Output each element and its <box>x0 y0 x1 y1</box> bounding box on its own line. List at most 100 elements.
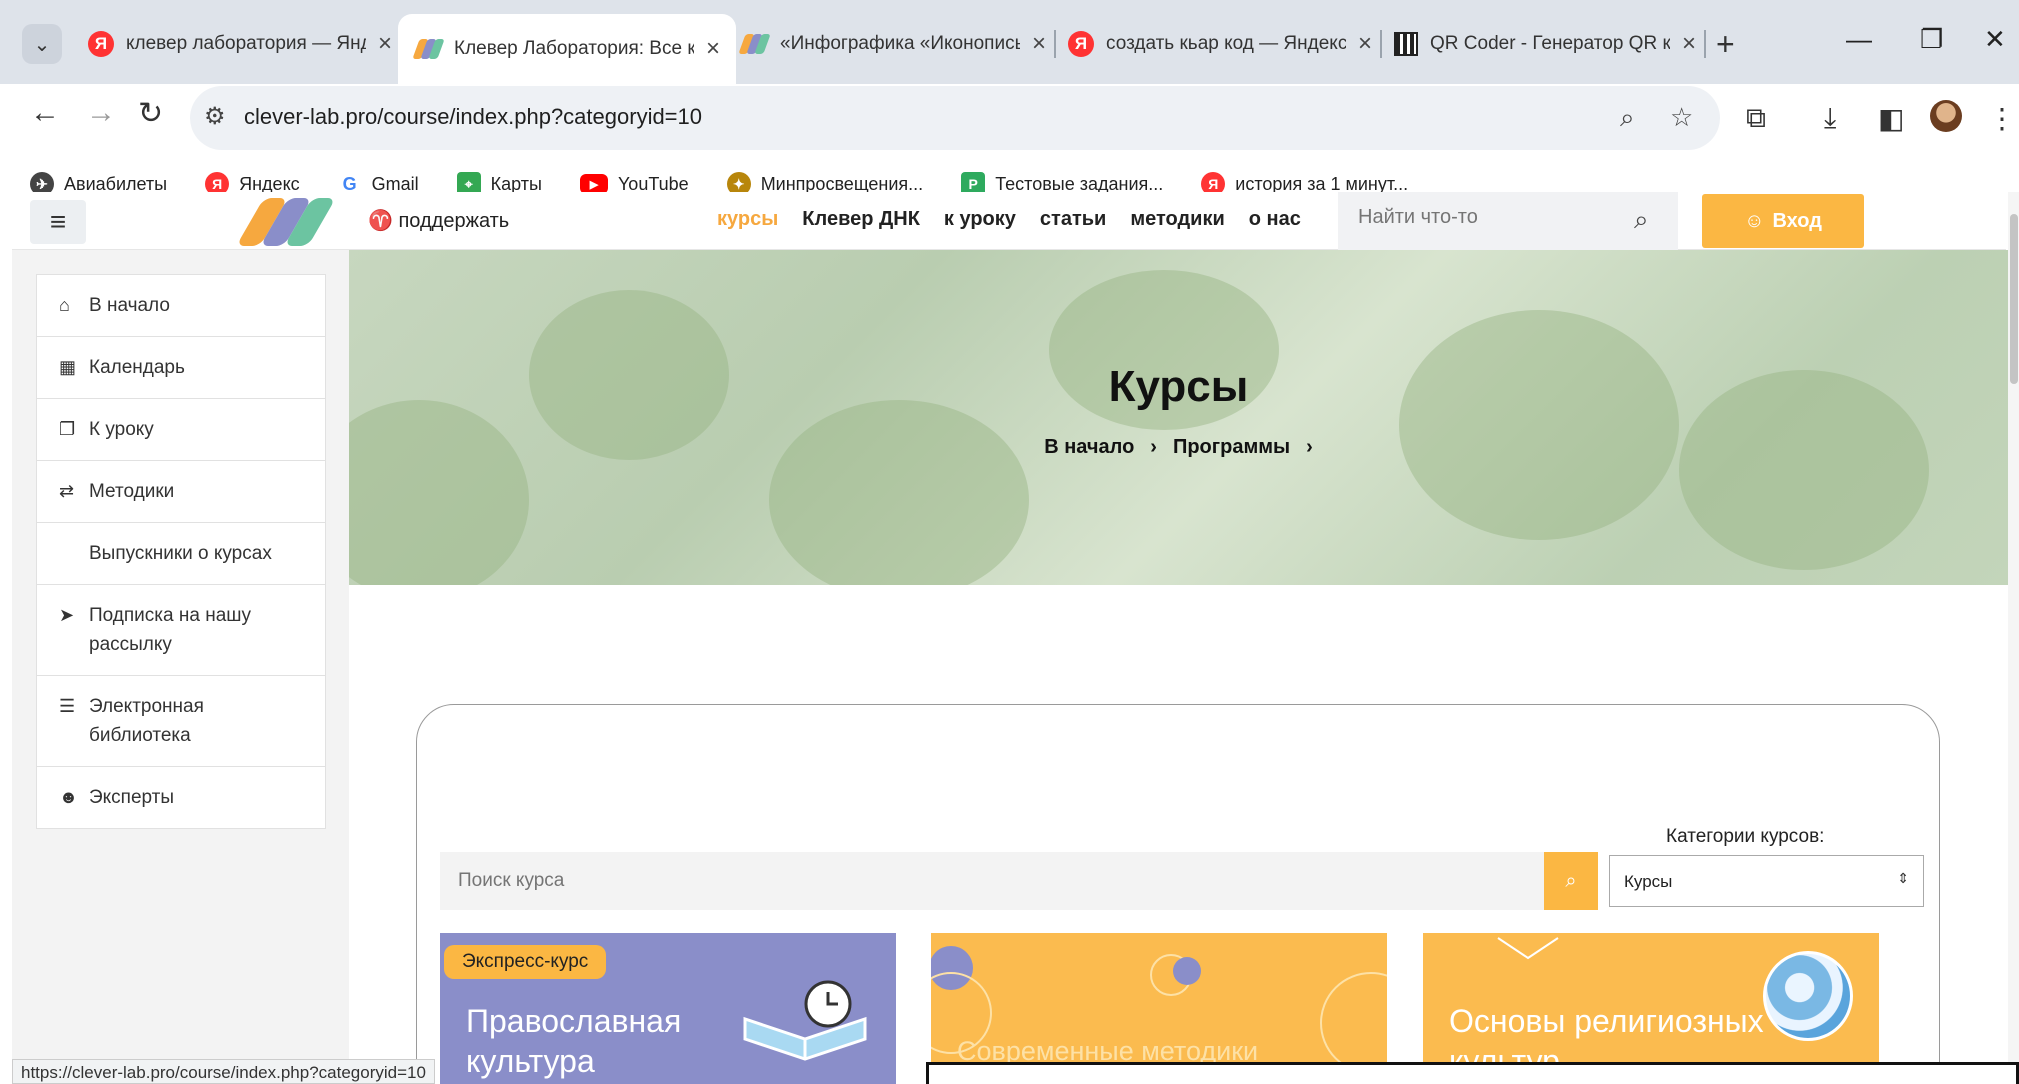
yandex-icon: Я <box>1068 31 1094 57</box>
clover-leaf-decoration <box>1399 310 1679 540</box>
browser-tab-2[interactable]: Клевер Лаборатория: Все курсы × <box>398 14 737 84</box>
nav-about[interactable]: о нас <box>1249 208 1301 231</box>
site-settings-icon[interactable]: ⚙ <box>204 102 226 131</box>
overlay-panel <box>926 1062 2019 1084</box>
profile-avatar[interactable] <box>1930 100 1962 132</box>
home-icon: ⌂ <box>59 295 70 315</box>
sidebar-menu: ⌂ В начало ▦ Календарь ❐ К уроку ⇄ Метод… <box>36 274 326 829</box>
close-icon[interactable]: × <box>1358 30 1372 58</box>
reload-icon[interactable]: ↻ <box>138 96 163 131</box>
browser-tab-5[interactable]: QR Coder - Генератор QR кодов × <box>1378 18 1712 70</box>
sidebar-item-label: Подписка на нашу рассылку <box>89 605 252 655</box>
sidebar-item-graduates[interactable]: Выпускники о курсах <box>37 523 325 585</box>
course-card[interactable]: Экспресс-курс Православная культура <box>440 933 896 1084</box>
address-bar[interactable]: ⚙ clever-lab.pro/course/index.php?catego… <box>190 86 1720 150</box>
hamburger-menu-icon[interactable]: ≡ <box>30 200 86 244</box>
sidebar-item-label: К уроку <box>89 419 154 440</box>
new-tab-plus-icon[interactable]: + <box>1716 26 1735 63</box>
select-arrows-icon: ⇕ <box>1897 870 1909 886</box>
nav-clever-dna[interactable]: Клевер ДНК <box>802 208 920 231</box>
login-button[interactable]: ☺ Вход <box>1702 194 1864 248</box>
copy-icon: ❐ <box>59 419 76 439</box>
forward-arrow-icon[interactable]: → <box>86 96 116 130</box>
site-header: ≡ ♈ поддержать курсы Клевер ДНК к уроку … <box>12 192 2006 250</box>
browser-tab-1[interactable]: Я клевер лаборатория — Яндекс × <box>72 18 408 70</box>
hero-banner: Курсы В начало › Программы › <box>349 250 2008 585</box>
sidebar-item-to-lesson[interactable]: ❐ К уроку <box>37 399 325 461</box>
tab-title: Клевер Лаборатория: Все курсы <box>454 38 694 59</box>
chevron-right-icon: › <box>1150 436 1157 458</box>
tab-search-button[interactable]: ⌄ <box>22 24 62 64</box>
sidebar-item-methods[interactable]: ⇄ Методики <box>37 461 325 523</box>
extensions-icon[interactable]: ⧉ <box>1746 102 1766 135</box>
minimize-icon[interactable]: — <box>1846 24 1872 55</box>
tab-title: QR Coder - Генератор QR кодов <box>1430 33 1670 54</box>
restore-icon[interactable]: ❐ <box>1920 24 1943 55</box>
sidebar-item-library[interactable]: ☰ Электронная библиотека <box>37 676 325 767</box>
window-close-icon[interactable]: ✕ <box>1984 24 2006 55</box>
sidebar-item-label: Выпускники о курсах <box>89 543 272 564</box>
url-text[interactable]: clever-lab.pro/course/index.php?category… <box>244 104 702 130</box>
express-course-badge: Экспресс-курс <box>444 945 607 979</box>
breadcrumb-programs[interactable]: Программы <box>1173 436 1290 459</box>
breadcrumb-home[interactable]: В начало <box>1044 436 1134 459</box>
sidebar-item-label: Методики <box>89 481 175 502</box>
breadcrumb: В начало › Программы › <box>349 436 2008 459</box>
nav-articles[interactable]: статьи <box>1040 208 1106 231</box>
page-scrollbar-thumb[interactable] <box>2010 214 2018 384</box>
sidebar-item-calendar[interactable]: ▦ Календарь <box>37 337 325 399</box>
sidebar-item-label: Календарь <box>89 357 185 378</box>
sidebar-item-newsletter[interactable]: ➤ Подписка на нашу рассылку <box>37 585 325 676</box>
sidebar-item-label: Эксперты <box>89 787 175 808</box>
nav-courses[interactable]: курсы <box>717 208 778 231</box>
users-icon: ☻ <box>59 787 78 807</box>
sidebar-item-label: Электронная библиотека <box>89 696 204 746</box>
sidebar-item-home[interactable]: ⌂ В начало <box>37 275 325 337</box>
support-link[interactable]: ♈ поддержать <box>368 208 509 233</box>
tab-title: создать кьар код — Яндекс <box>1106 33 1346 54</box>
qr-code-icon <box>1394 32 1418 56</box>
send-icon: ➤ <box>59 605 75 625</box>
chevron-right-icon: › <box>1306 436 1313 458</box>
site-search: ⌕ <box>1338 192 1678 250</box>
category-selected-value: Курсы <box>1624 872 1673 891</box>
close-icon[interactable]: × <box>706 35 720 63</box>
menu-dots-icon[interactable]: ⋮ <box>1988 102 2016 135</box>
search-icon[interactable]: ⌕ <box>1634 204 1649 236</box>
browser-tab-strip: ⌄ Я клевер лаборатория — Яндекс × Клевер… <box>0 0 2019 84</box>
bookmark-star-icon[interactable]: ☆ <box>1670 102 1693 133</box>
clever-lab-icon <box>412 39 445 59</box>
site-search-input[interactable] <box>1358 206 1618 229</box>
course-card-title: Православная культура <box>466 1003 682 1079</box>
zoom-icon[interactable]: ⌕ <box>1620 102 1635 134</box>
browser-tab-3[interactable]: «Инфографика «Иконопись» × <box>724 18 1062 70</box>
sidebar-item-experts[interactable]: ☻ Эксперты <box>37 767 325 828</box>
page-title: Курсы <box>1108 362 1249 411</box>
close-icon[interactable]: × <box>378 30 392 58</box>
youtube-icon: ▶ <box>579 174 608 194</box>
yandex-icon: Я <box>88 31 114 57</box>
back-arrow-icon[interactable]: ← <box>30 96 60 130</box>
site-logo[interactable] <box>236 196 336 248</box>
tab-title: клевер лаборатория — Яндекс <box>126 33 366 54</box>
categories-label: Категории курсов: <box>1666 826 1825 847</box>
course-search <box>440 852 1544 910</box>
exchange-icon: ⇄ <box>59 481 75 501</box>
user-icon: ☺ <box>1744 209 1765 232</box>
download-icon[interactable]: ⤓ <box>1824 102 1836 135</box>
course-search-button[interactable]: ⌕ <box>1544 852 1598 910</box>
top-navigation: курсы Клевер ДНК к уроку статьи методики… <box>717 208 1301 231</box>
nav-methods[interactable]: методики <box>1130 208 1224 231</box>
calendar-icon: ▦ <box>59 357 77 377</box>
category-select[interactable]: Курсы ⇕ <box>1609 855 1924 907</box>
tab-separator <box>1704 30 1706 58</box>
clover-leaf-decoration <box>769 400 1029 585</box>
close-icon[interactable]: × <box>1032 30 1046 58</box>
side-panel-icon[interactable]: ◧ <box>1878 102 1904 135</box>
browser-tab-4[interactable]: Я создать кьар код — Яндекс × <box>1052 18 1388 70</box>
course-search-input[interactable] <box>458 870 1358 892</box>
chevron-decoration-icon <box>1497 937 1559 960</box>
close-icon[interactable]: × <box>1682 30 1696 58</box>
nav-to-lesson[interactable]: к уроку <box>944 208 1016 231</box>
sprout-icon: ♈ <box>368 210 399 232</box>
